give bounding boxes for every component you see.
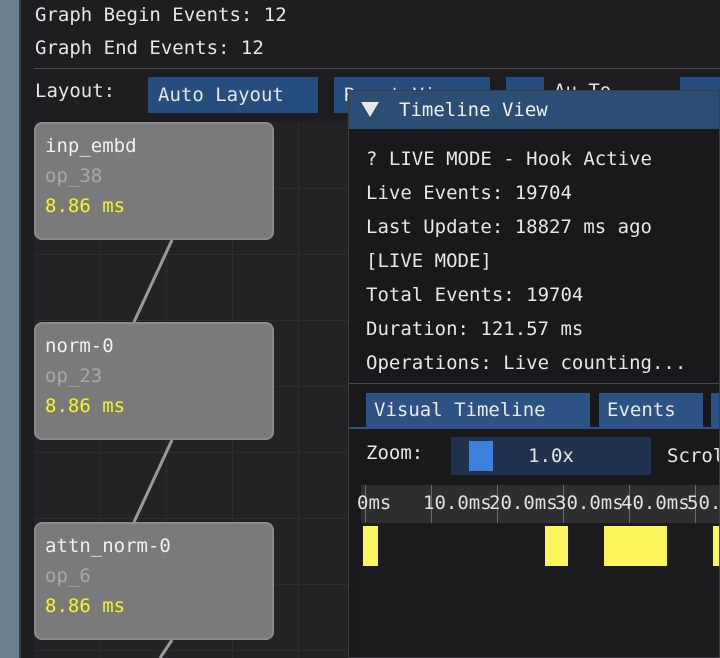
tab-visual-timeline[interactable]: Visual Timeline: [366, 393, 590, 427]
live-mode-status: ? LIVE MODE - Hook Active: [366, 148, 652, 170]
tab-events[interactable]: Events: [599, 393, 703, 427]
side-panel-strip: [0, 0, 19, 658]
timeline-ruler: 0ms10.0ms20.0ms30.0ms40.0ms50.0ms60.0ms: [357, 485, 720, 523]
ruler-tick-label: 0ms: [357, 492, 392, 514]
timeline-title: Timeline View: [399, 99, 548, 121]
tab-statistics[interactable]: Statistics: [711, 393, 719, 427]
ruler-tick-label: 40.0ms: [621, 492, 690, 514]
timeline-track[interactable]: [361, 523, 719, 657]
collapse-triangle-icon[interactable]: [361, 102, 379, 117]
graph-begin-events: Graph Begin Events: 12: [35, 4, 287, 26]
scroll-label: Scroll:: [667, 445, 719, 467]
mode-indicator: [LIVE MODE]: [366, 250, 492, 272]
zoom-value: 1.0x: [528, 445, 574, 467]
node-title: inp_embd: [45, 135, 137, 157]
edge-attn-norm-out: [158, 639, 174, 658]
node-time: 8.86 ms: [45, 395, 126, 417]
graph-end-events: Graph End Events: 12: [35, 37, 264, 59]
graph-node-attn-norm-0[interactable]: attn_norm-0 op_6 8.86 ms: [34, 522, 274, 640]
live-events-count: Live Events: 19704: [366, 182, 572, 204]
graph-node-norm-0[interactable]: norm-0 op_23 8.86 ms: [34, 322, 274, 440]
node-op: op_23: [45, 365, 103, 387]
node-op: op_38: [45, 165, 103, 187]
ruler-tick-label: 10.0ms: [423, 492, 492, 514]
timeline-event-bar[interactable]: [603, 526, 667, 566]
total-events: Total Events: 19704: [366, 284, 584, 306]
auto-layout-button[interactable]: Auto Layout: [148, 77, 318, 113]
zoom-slider[interactable]: 1.0x: [451, 437, 651, 475]
ruler-tick-label: 50.0ms: [687, 492, 720, 514]
graph-canvas[interactable]: inp_embd op_38 8.86 ms norm-0 op_23 8.86…: [34, 122, 350, 658]
header-separator: [34, 68, 720, 69]
operations: Operations: Live counting...: [366, 352, 687, 374]
node-title: attn_norm-0: [45, 535, 171, 557]
graph-node-inp-embd[interactable]: inp_embd op_38 8.86 ms: [34, 122, 274, 240]
timeline-event-bar[interactable]: [363, 526, 379, 566]
timeline-view-window[interactable]: Timeline View ? LIVE MODE - Hook Active …: [348, 90, 720, 658]
layout-label: Layout:: [35, 80, 116, 102]
zoom-label: Zoom:: [366, 442, 424, 464]
node-time: 8.86 ms: [45, 595, 126, 617]
timeline-event-bar[interactable]: [712, 526, 719, 566]
ruler-tick-label: 30.0ms: [555, 492, 624, 514]
edge-norm-to-attn-norm: [132, 439, 174, 523]
info-separator: [349, 383, 719, 384]
tab-bar-underline: [349, 427, 719, 429]
timeline-title-bar[interactable]: Timeline View: [349, 91, 719, 129]
node-time: 8.86 ms: [45, 195, 126, 217]
last-update: Last Update: 18827 ms ago: [366, 216, 652, 238]
duration: Duration: 121.57 ms: [366, 318, 584, 340]
edge-inp-embd-to-norm: [132, 239, 174, 323]
node-op: op_6: [45, 565, 91, 587]
ruler-tick-label: 20.0ms: [489, 492, 558, 514]
node-title: norm-0: [45, 335, 114, 357]
timeline-event-bar[interactable]: [544, 526, 568, 566]
